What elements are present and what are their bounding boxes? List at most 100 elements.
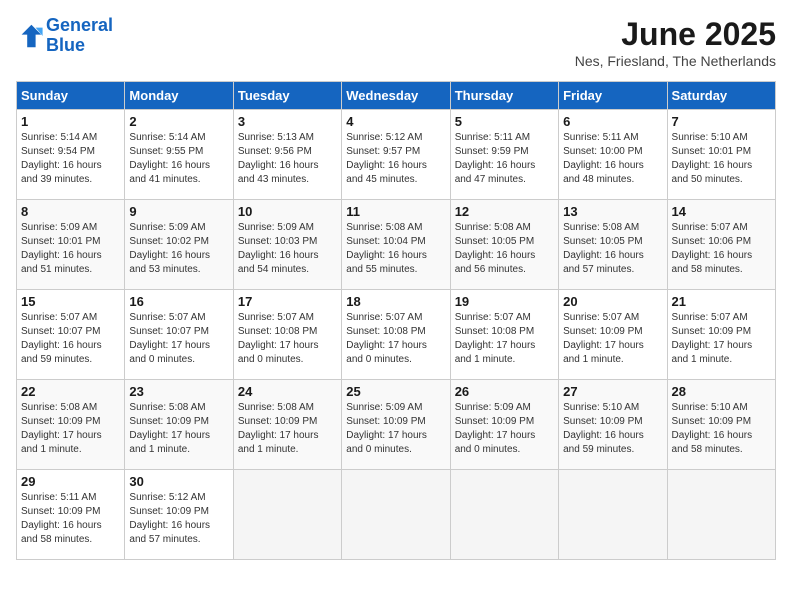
day-number: 8 — [21, 204, 120, 219]
calendar-cell: 22 Sunrise: 5:08 AMSunset: 10:09 PMDaylig… — [17, 380, 125, 470]
day-info: Sunrise: 5:07 AMSunset: 10:07 PMDaylight… — [21, 311, 120, 367]
calendar-cell: 26 Sunrise: 5:09 AMSunset: 10:09 PMDaylig… — [450, 380, 558, 470]
day-info: Sunrise: 5:10 AMSunset: 10:09 PMDaylight… — [563, 401, 662, 457]
weekday-header-saturday: Saturday — [667, 82, 775, 110]
calendar-cell — [342, 470, 450, 560]
location-title: Nes, Friesland, The Netherlands — [575, 53, 776, 69]
month-title: June 2025 — [575, 16, 776, 53]
calendar-cell: 12 Sunrise: 5:08 AMSunset: 10:05 PMDaylig… — [450, 200, 558, 290]
day-info: Sunrise: 5:07 AMSunset: 10:08 PMDaylight… — [238, 311, 337, 367]
day-number: 23 — [129, 384, 228, 399]
calendar-cell: 19Sunrise: 5:07 AMSunset: 10:08 PMDaylig… — [450, 290, 558, 380]
calendar-cell: 5 Sunrise: 5:11 AMSunset: 9:59 PMDaylight… — [450, 110, 558, 200]
day-info: Sunrise: 5:10 AMSunset: 10:09 PMDaylight… — [672, 401, 771, 457]
day-number: 16 — [129, 294, 228, 309]
calendar-cell — [233, 470, 341, 560]
day-number: 30 — [129, 474, 228, 489]
calendar-cell: 18 Sunrise: 5:07 AMSunset: 10:08 PMDaylig… — [342, 290, 450, 380]
calendar-cell: 27 Sunrise: 5:10 AMSunset: 10:09 PMDaylig… — [559, 380, 667, 470]
day-number: 10 — [238, 204, 337, 219]
day-info: Sunrise: 5:10 AMSunset: 10:01 PMDaylight… — [672, 131, 771, 187]
calendar-cell: 2Sunrise: 5:14 AMSunset: 9:55 PMDaylight… — [125, 110, 233, 200]
day-number: 7 — [672, 114, 771, 129]
day-info: Sunrise: 5:08 AMSunset: 10:05 PMDaylight… — [455, 221, 554, 277]
weekday-header-monday: Monday — [125, 82, 233, 110]
day-number: 27 — [563, 384, 662, 399]
calendar-cell: 29 Sunrise: 5:11 AMSunset: 10:09 PMDaylig… — [17, 470, 125, 560]
calendar-cell: 11Sunrise: 5:08 AMSunset: 10:04 PMDaylig… — [342, 200, 450, 290]
day-info: Sunrise: 5:11 AMSunset: 10:00 PMDaylight… — [563, 131, 662, 187]
day-info: Sunrise: 5:07 AMSunset: 10:09 PMDaylight… — [672, 311, 771, 367]
day-number: 24 — [238, 384, 337, 399]
day-number: 29 — [21, 474, 120, 489]
weekday-header-sunday: Sunday — [17, 82, 125, 110]
calendar-cell — [559, 470, 667, 560]
day-number: 9 — [129, 204, 228, 219]
weekday-header-tuesday: Tuesday — [233, 82, 341, 110]
calendar-cell: 17 Sunrise: 5:07 AMSunset: 10:08 PMDaylig… — [233, 290, 341, 380]
day-info: Sunrise: 5:09 AMSunset: 10:03 PMDaylight… — [238, 221, 337, 277]
weekday-header-wednesday: Wednesday — [342, 82, 450, 110]
day-info: Sunrise: 5:13 AMSunset: 9:56 PMDaylight:… — [238, 131, 337, 187]
calendar-cell: 4Sunrise: 5:12 AMSunset: 9:57 PMDaylight… — [342, 110, 450, 200]
day-info: Sunrise: 5:07 AMSunset: 10:08 PMDaylight… — [346, 311, 445, 367]
calendar-cell: 20 Sunrise: 5:07 AMSunset: 10:09 PMDaylig… — [559, 290, 667, 380]
title-block: June 2025 Nes, Friesland, The Netherland… — [575, 16, 776, 69]
logo-icon — [16, 22, 44, 50]
week-row-4: 22 Sunrise: 5:08 AMSunset: 10:09 PMDaylig… — [17, 380, 776, 470]
day-number: 17 — [238, 294, 337, 309]
day-info: Sunrise: 5:14 AMSunset: 9:55 PMDaylight:… — [129, 131, 228, 187]
day-info: Sunrise: 5:09 AMSunset: 10:09 PMDaylight… — [346, 401, 445, 457]
day-info: Sunrise: 5:07 AMSunset: 10:06 PMDaylight… — [672, 221, 771, 277]
day-info: Sunrise: 5:08 AMSunset: 10:04 PMDaylight… — [346, 221, 445, 277]
day-number: 22 — [21, 384, 120, 399]
day-info: Sunrise: 5:09 AMSunset: 10:02 PMDaylight… — [129, 221, 228, 277]
weekday-header-row: SundayMondayTuesdayWednesdayThursdayFrid… — [17, 82, 776, 110]
day-number: 26 — [455, 384, 554, 399]
day-info: Sunrise: 5:07 AMSunset: 10:09 PMDaylight… — [563, 311, 662, 367]
calendar-cell: 23 Sunrise: 5:08 AMSunset: 10:09 PMDaylig… — [125, 380, 233, 470]
day-info: Sunrise: 5:14 AMSunset: 9:54 PMDaylight:… — [21, 131, 120, 187]
calendar-cell: 15Sunrise: 5:07 AMSunset: 10:07 PMDaylig… — [17, 290, 125, 380]
week-row-2: 8 Sunrise: 5:09 AMSunset: 10:01 PMDayligh… — [17, 200, 776, 290]
calendar-cell: 10 Sunrise: 5:09 AMSunset: 10:03 PMDaylig… — [233, 200, 341, 290]
calendar-cell: 3Sunrise: 5:13 AMSunset: 9:56 PMDaylight… — [233, 110, 341, 200]
calendar-cell: 30 Sunrise: 5:12 AMSunset: 10:09 PMDaylig… — [125, 470, 233, 560]
day-info: Sunrise: 5:11 AMSunset: 10:09 PMDaylight… — [21, 491, 120, 547]
day-number: 5 — [455, 114, 554, 129]
day-info: Sunrise: 5:08 AMSunset: 10:09 PMDaylight… — [129, 401, 228, 457]
calendar-cell: 14 Sunrise: 5:07 AMSunset: 10:06 PMDaylig… — [667, 200, 775, 290]
day-number: 28 — [672, 384, 771, 399]
calendar-table: SundayMondayTuesdayWednesdayThursdayFrid… — [16, 81, 776, 560]
day-number: 14 — [672, 204, 771, 219]
page-header: General Blue June 2025 Nes, Friesland, T… — [16, 16, 776, 69]
day-number: 6 — [563, 114, 662, 129]
day-number: 12 — [455, 204, 554, 219]
day-number: 20 — [563, 294, 662, 309]
day-info: Sunrise: 5:09 AMSunset: 10:01 PMDaylight… — [21, 221, 120, 277]
day-info: Sunrise: 5:11 AMSunset: 9:59 PMDaylight:… — [455, 131, 554, 187]
day-info: Sunrise: 5:08 AMSunset: 10:09 PMDaylight… — [238, 401, 337, 457]
day-number: 18 — [346, 294, 445, 309]
weekday-header-thursday: Thursday — [450, 82, 558, 110]
day-info: Sunrise: 5:12 AMSunset: 9:57 PMDaylight:… — [346, 131, 445, 187]
calendar-cell: 6 Sunrise: 5:11 AMSunset: 10:00 PMDayligh… — [559, 110, 667, 200]
day-info: Sunrise: 5:09 AMSunset: 10:09 PMDaylight… — [455, 401, 554, 457]
day-info: Sunrise: 5:08 AMSunset: 10:05 PMDaylight… — [563, 221, 662, 277]
logo: General Blue — [16, 16, 113, 56]
calendar-cell: 8 Sunrise: 5:09 AMSunset: 10:01 PMDayligh… — [17, 200, 125, 290]
calendar-cell: 24 Sunrise: 5:08 AMSunset: 10:09 PMDaylig… — [233, 380, 341, 470]
day-info: Sunrise: 5:12 AMSunset: 10:09 PMDaylight… — [129, 491, 228, 547]
week-row-3: 15Sunrise: 5:07 AMSunset: 10:07 PMDaylig… — [17, 290, 776, 380]
calendar-cell — [667, 470, 775, 560]
calendar-cell: 25 Sunrise: 5:09 AMSunset: 10:09 PMDaylig… — [342, 380, 450, 470]
weekday-header-friday: Friday — [559, 82, 667, 110]
day-number: 13 — [563, 204, 662, 219]
calendar-cell: 7 Sunrise: 5:10 AMSunset: 10:01 PMDayligh… — [667, 110, 775, 200]
day-number: 1 — [21, 114, 120, 129]
logo-text: General Blue — [46, 16, 113, 56]
day-info: Sunrise: 5:08 AMSunset: 10:09 PMDaylight… — [21, 401, 120, 457]
day-info: Sunrise: 5:07 AMSunset: 10:08 PMDaylight… — [455, 311, 554, 367]
calendar-cell: 21Sunrise: 5:07 AMSunset: 10:09 PMDaylig… — [667, 290, 775, 380]
day-number: 25 — [346, 384, 445, 399]
